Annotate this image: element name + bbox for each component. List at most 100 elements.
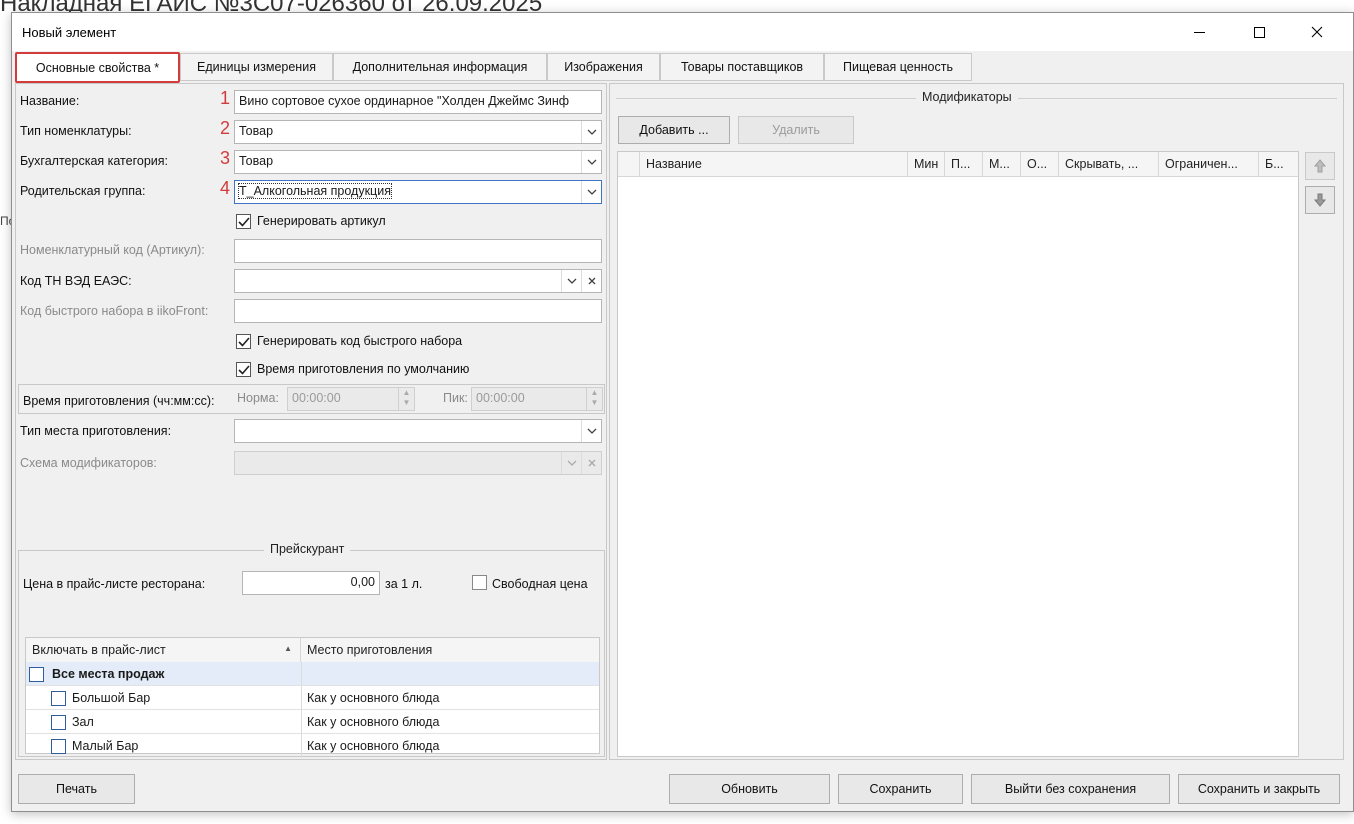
exit-without-saving-button[interactable]: Выйти без сохранения <box>971 774 1170 804</box>
column-header-p[interactable]: П... <box>945 152 983 176</box>
sort-ascending-icon: ▲ <box>284 644 292 653</box>
row-name: Все места продаж <box>52 667 165 681</box>
column-header-o[interactable]: О... <box>1021 152 1059 176</box>
column-header-min[interactable]: Мин <box>908 152 945 176</box>
accounting-category-select[interactable]: Товар <box>234 150 602 174</box>
norm-label: Норма: <box>237 391 279 405</box>
pricelist-title: Прейскурант <box>264 542 351 556</box>
add-modifier-button[interactable]: Добавить ... <box>618 116 730 144</box>
parent-group-value: Т_Алкогольная продукция <box>238 183 392 199</box>
item-type-label: Тип номенклатуры: <box>20 124 132 138</box>
column-header-m[interactable]: М... <box>983 152 1021 176</box>
minimize-button[interactable] <box>1174 13 1224 51</box>
modifiers-title: Модификаторы <box>916 90 1018 104</box>
free-price-label: Свободная цена <box>492 577 588 591</box>
arrow-up-icon <box>1314 159 1326 173</box>
row-name: Большой Бар <box>72 691 151 705</box>
chevron-down-icon[interactable] <box>581 181 601 203</box>
check-icon <box>237 216 250 227</box>
peak-time-input: 00:00:00 ▲ ▼ <box>471 387 603 411</box>
clear-icon[interactable] <box>581 270 601 292</box>
tnved-code-label: Код ТН ВЭД ЕАЭС: <box>20 274 132 288</box>
tab-nutrition[interactable]: Пищевая ценность <box>824 53 972 81</box>
new-item-dialog: Новый элемент Основные свойства * Единиц… <box>11 12 1354 812</box>
cook-place-type-select[interactable] <box>234 419 602 443</box>
maximize-button[interactable] <box>1234 13 1284 51</box>
annotation-number: 3 <box>220 148 231 168</box>
tab-main-properties[interactable]: Основные свойства * <box>15 52 180 83</box>
move-down-button[interactable] <box>1305 186 1335 214</box>
spinner-icon: ▲ ▼ <box>398 388 414 410</box>
item-type-select[interactable]: Товар <box>234 120 602 144</box>
spinner-icon: ▲ ▼ <box>586 388 602 410</box>
modifier-scheme-select <box>234 451 602 475</box>
generate-quick-code-checkbox[interactable] <box>236 334 251 349</box>
chevron-down-icon[interactable] <box>581 420 601 442</box>
tab-supplier-products[interactable]: Товары поставщиков <box>660 53 824 81</box>
peak-label: Пик: <box>443 391 468 405</box>
parent-group-label: Родительская группа: <box>20 184 146 198</box>
parent-group-select[interactable]: Т_Алкогольная продукция <box>234 180 602 204</box>
row-checkbox[interactable] <box>29 666 44 682</box>
close-icon <box>1311 26 1323 38</box>
chevron-down-icon[interactable] <box>581 151 601 173</box>
check-icon <box>237 364 250 375</box>
row-checkbox[interactable] <box>51 714 66 730</box>
annotation-number: 1 <box>220 88 231 108</box>
table-row[interactable]: Большой Бар Как у основного блюда <box>26 686 599 710</box>
generate-quick-code-label: Генерировать код быстрого набора <box>257 334 463 348</box>
row-name: Зал <box>72 715 94 729</box>
tab-images[interactable]: Изображения <box>547 53 660 81</box>
peak-time-value: 00:00:00 <box>476 391 525 405</box>
accounting-category-label: Бухгалтерская категория: <box>20 154 169 168</box>
name-input[interactable]: Вино сортовое сухое ординарное "Холден Д… <box>234 90 602 114</box>
norm-time-value: 00:00:00 <box>292 391 341 405</box>
chevron-down-icon[interactable] <box>561 270 581 292</box>
close-button[interactable] <box>1292 13 1342 51</box>
delete-modifier-button[interactable]: Удалить <box>738 116 854 144</box>
tnved-code-select[interactable] <box>234 269 602 293</box>
generate-sku-label: Генерировать артикул <box>257 214 386 228</box>
chevron-down-icon[interactable] <box>581 121 601 143</box>
free-price-checkbox[interactable] <box>472 575 487 590</box>
sku-input[interactable] <box>234 239 602 263</box>
default-cook-time-label: Время приготовления по умолчанию <box>257 362 470 376</box>
generate-sku-checkbox[interactable] <box>236 214 251 229</box>
save-button[interactable]: Сохранить <box>838 774 963 804</box>
column-header-limit[interactable]: Ограничен... <box>1159 152 1259 176</box>
modifiers-table: Название Мин П... М... О... Скрывать, ..… <box>617 151 1299 757</box>
price-label: Цена в прайс-листе ресторана: <box>23 577 206 591</box>
minimize-icon <box>1193 31 1205 33</box>
column-header-b[interactable]: Б... <box>1259 152 1298 176</box>
column-header-name[interactable]: Название <box>640 152 908 176</box>
clear-icon <box>581 452 601 474</box>
annotation-number: 4 <box>220 178 231 198</box>
move-up-button[interactable] <box>1305 152 1335 180</box>
accounting-category-value: Товар <box>239 154 274 168</box>
row-place: Как у основного блюда <box>307 691 440 705</box>
save-and-close-button[interactable]: Сохранить и закрыть <box>1178 774 1340 804</box>
refresh-button[interactable]: Обновить <box>669 774 830 804</box>
column-header-include[interactable]: Включать в прайс-лист ▲ <box>26 638 301 662</box>
table-row[interactable]: Все места продаж <box>26 662 599 686</box>
pricelist-table: Включать в прайс-лист ▲ Место приготовле… <box>25 637 600 758</box>
row-checkbox[interactable] <box>51 690 66 706</box>
row-checkbox[interactable] <box>51 738 66 754</box>
tab-additional-info[interactable]: Дополнительная информация <box>333 53 547 81</box>
price-input[interactable]: 0,00 <box>242 571 380 595</box>
annotation-number: 2 <box>220 118 231 138</box>
item-type-value: Товар <box>239 124 274 138</box>
tab-units[interactable]: Единицы измерения <box>180 53 333 81</box>
quick-code-input[interactable] <box>234 299 602 323</box>
column-header-label: Включать в прайс-лист <box>32 643 166 657</box>
table-row[interactable]: Зал Как у основного блюда <box>26 710 599 734</box>
column-header-place[interactable]: Место приготовления <box>301 638 599 662</box>
norm-time-input: 00:00:00 ▲ ▼ <box>287 387 415 411</box>
arrow-down-icon <box>1314 193 1326 207</box>
column-header-hide[interactable]: Скрывать, ... <box>1059 152 1159 176</box>
default-cook-time-checkbox[interactable] <box>236 362 251 377</box>
sku-label: Номенклатурный код (Артикул): <box>20 243 205 257</box>
pricelist-group: Прейскурант Цена в прайс-листе ресторана… <box>18 542 605 758</box>
print-button[interactable]: Печать <box>18 774 135 804</box>
table-row[interactable]: Малый Бар Как у основного блюда <box>26 734 599 758</box>
